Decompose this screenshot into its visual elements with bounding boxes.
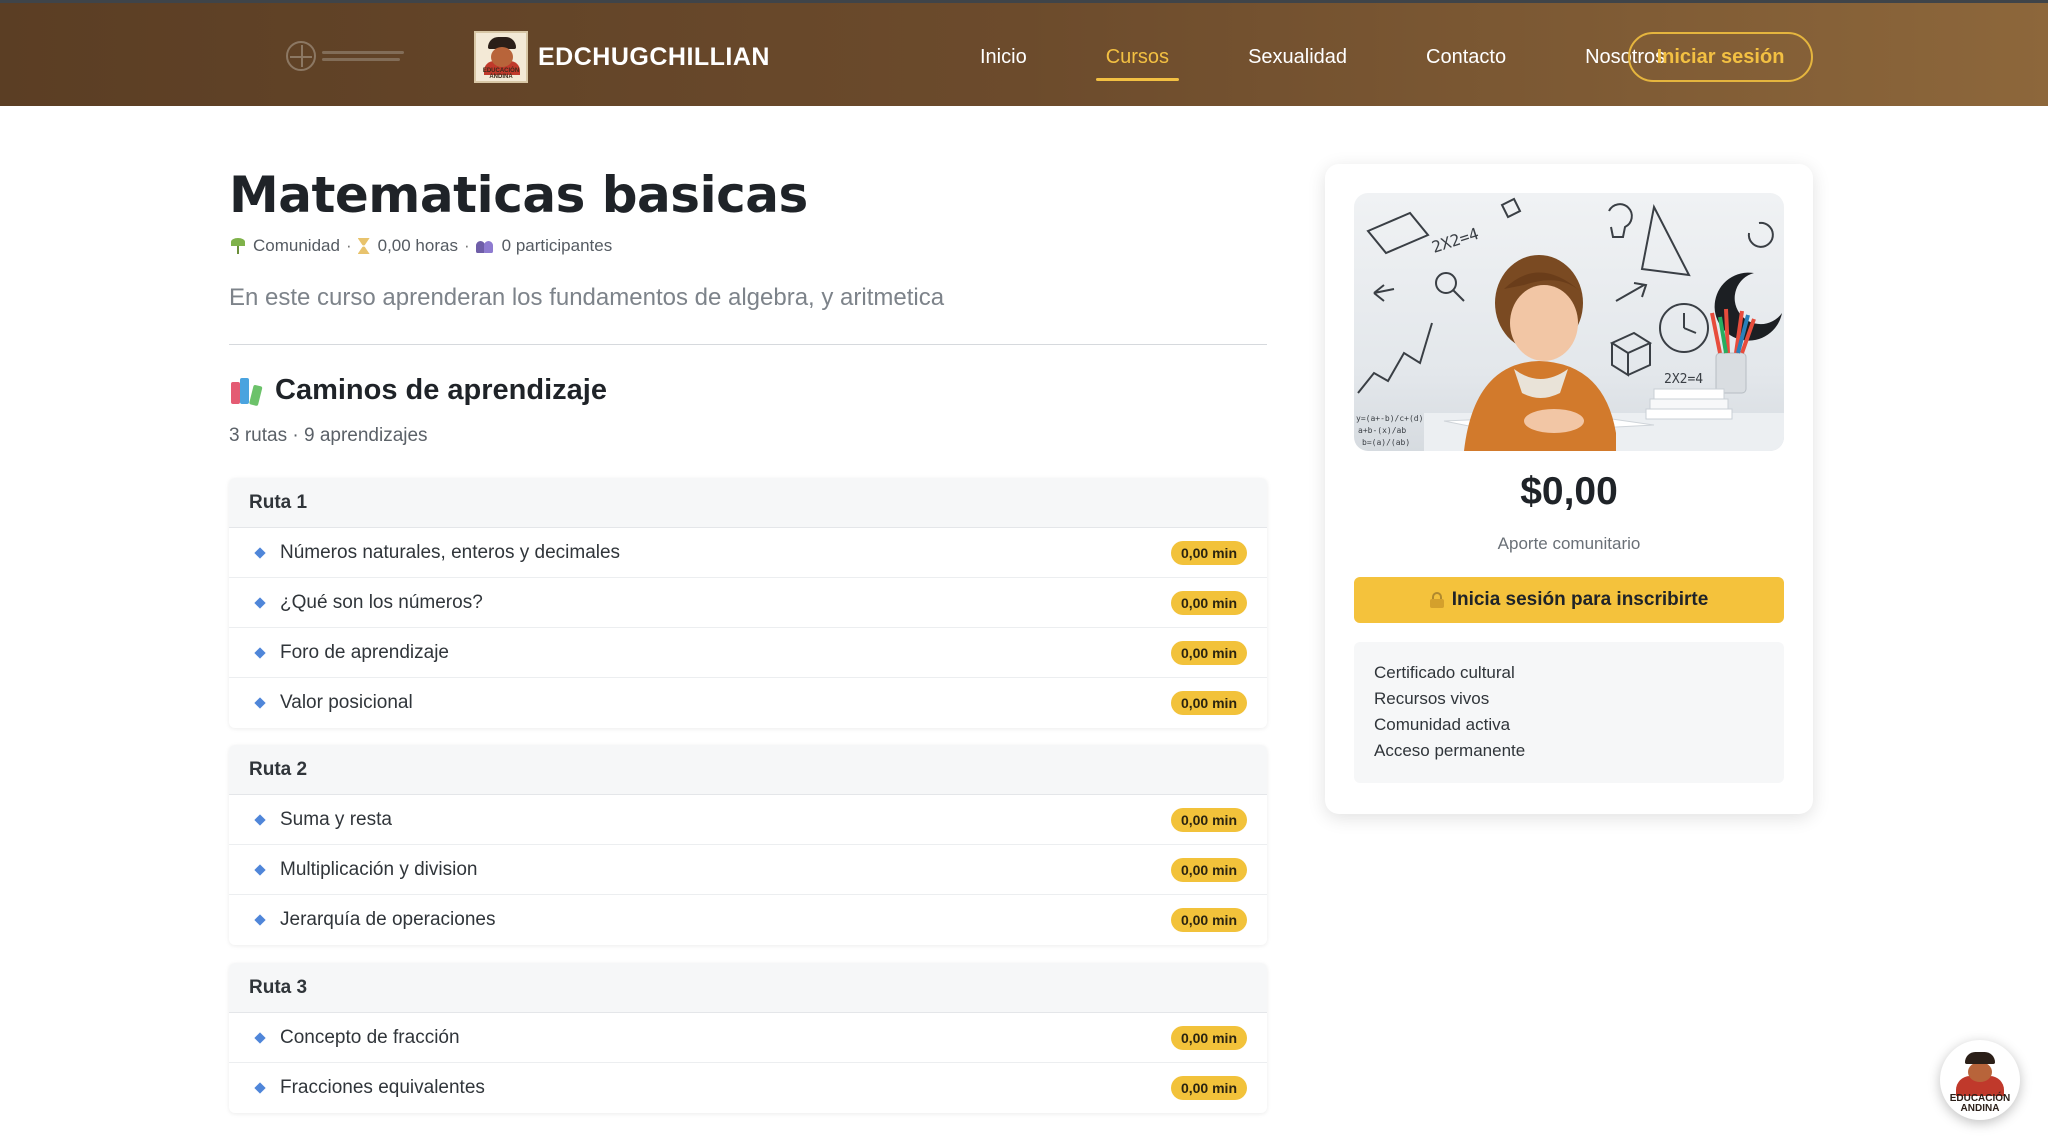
svg-text:2X2=4: 2X2=4 <box>1429 224 1481 257</box>
nav-item-contacto[interactable]: Contacto <box>1416 34 1516 81</box>
nav-item-cursos[interactable]: Cursos <box>1095 34 1180 81</box>
enroll-button-label: Inicia sesión para inscribirte <box>1451 589 1709 610</box>
duration-badge: 0,00 min <box>1170 808 1247 832</box>
duration-badge: 0,00 min <box>1170 541 1247 565</box>
diamond-bullet-icon <box>254 546 266 559</box>
paths-summary: 3 rutas · 9 aprendizajes <box>229 425 428 446</box>
lesson-item[interactable]: Jerarquía de operaciones 0,00 min <box>229 895 1267 945</box>
feature-item: Recursos vivos <box>1374 689 1490 708</box>
duration-badge: 0,00 min <box>1170 691 1247 715</box>
diamond-bullet-icon <box>254 914 266 926</box>
lesson-item[interactable]: Números naturales, enteros y decimales 0… <box>229 528 1267 578</box>
lesson-title: Multiplicación y division <box>280 858 478 880</box>
diamond-bullet-icon <box>254 646 266 659</box>
partner-logo <box>286 39 416 73</box>
duration-badge: 0,00 min <box>1170 1026 1247 1050</box>
course-title: Matematicas basicas <box>229 166 808 224</box>
duration-badge: 0,00 min <box>1170 1076 1247 1100</box>
lesson-item[interactable]: Valor posicional 0,00 min <box>229 678 1267 728</box>
enroll-button[interactable]: Inicia sesión para inscribirte <box>1354 577 1784 623</box>
course-hours: 0,00 horas <box>377 236 458 255</box>
lock-icon <box>1429 592 1444 608</box>
feature-item: Comunidad activa <box>1374 715 1511 734</box>
course-meta: Comunidad · 0,00 horas · 0 participantes <box>231 236 612 256</box>
course-price: $0,00 <box>1520 470 1618 513</box>
svg-text:b=(a)/(ab): b=(a)/(ab) <box>1362 438 1410 447</box>
price-note: Aporte comunitario <box>1497 534 1641 553</box>
brand[interactable]: EDUCACIÓN ANDINA EDCHUGCHILLIAN <box>474 31 770 83</box>
brand-badge-text: EDUCACIÓN ANDINA <box>482 68 520 80</box>
child-studying-illustration: 2X2=4 2X2=4 y=(a+-b)/c+(d) a+b-(x)/ab b=… <box>1356 197 1784 451</box>
lesson-item[interactable]: Fracciones equivalentes 0,00 min <box>229 1063 1267 1113</box>
route-card: Ruta 3 Concepto de fracción 0,00 min Fra… <box>229 963 1267 1113</box>
brand-name: EDCHUGCHILLIAN <box>538 42 770 71</box>
diamond-bullet-icon <box>254 596 266 609</box>
feature-item: Certificado cultural <box>1374 663 1515 682</box>
duration-badge: 0,00 min <box>1170 591 1247 615</box>
diamond-bullet-icon <box>254 697 266 709</box>
chat-badge-text: EDUCACIÓN ANDINA <box>1949 1093 2011 1114</box>
lesson-title: Concepto de fracción <box>280 1026 460 1048</box>
route-title: Ruta 1 <box>229 478 1267 528</box>
route-title: Ruta 3 <box>229 963 1267 1013</box>
course-participants: 0 participantes <box>501 236 613 255</box>
lesson-title: ¿Qué son los números? <box>280 591 483 613</box>
sprout-icon <box>231 238 245 254</box>
route-title: Ruta 2 <box>229 745 1267 795</box>
seal-icon <box>286 41 316 71</box>
svg-text:a+b-(x)/ab: a+b-(x)/ab <box>1358 426 1406 435</box>
course-description: En este curso aprenderan los fundamentos… <box>229 284 945 311</box>
nav-item-inicio[interactable]: Inicio <box>970 34 1037 81</box>
main-nav: Inicio Cursos Sexualidad Contacto Nosotr… <box>970 31 1734 83</box>
hourglass-icon <box>357 238 370 254</box>
diamond-bullet-icon <box>254 863 266 876</box>
lesson-item[interactable]: Foro de aprendizaje 0,00 min <box>229 628 1267 678</box>
paths-title: Caminos de aprendizaje <box>275 374 607 406</box>
lesson-title: Suma y resta <box>280 808 392 830</box>
enroll-card: 2X2=4 2X2=4 y=(a+-b)/c+(d) a+b-(x)/ab b=… <box>1325 164 1813 814</box>
svg-text:2X2=4: 2X2=4 <box>1664 372 1703 387</box>
lesson-item[interactable]: Multiplicación y division 0,00 min <box>229 845 1267 895</box>
nav-item-sexualidad[interactable]: Sexualidad <box>1238 34 1357 81</box>
feature-item: Acceso permanente <box>1374 741 1526 760</box>
lesson-item[interactable]: Suma y resta 0,00 min <box>229 795 1267 845</box>
route-card: Ruta 1 Números naturales, enteros y deci… <box>229 478 1267 728</box>
lesson-title: Jerarquía de operaciones <box>280 909 496 930</box>
duration-badge: 0,00 min <box>1170 641 1247 665</box>
people-icon <box>475 239 494 253</box>
lesson-item[interactable]: Concepto de fracción 0,00 min <box>229 1013 1267 1063</box>
lesson-title: Fracciones equivalentes <box>280 1077 485 1098</box>
lesson-title: Foro de aprendizaje <box>280 641 449 663</box>
diamond-bullet-icon <box>254 1082 266 1094</box>
site-header: EDUCACIÓN ANDINA EDCHUGCHILLIAN Inicio C… <box>0 0 2048 106</box>
features-list: Certificado cultural Recursos vivos Comu… <box>1354 642 1784 783</box>
course-image: 2X2=4 2X2=4 y=(a+-b)/c+(d) a+b-(x)/ab b=… <box>1354 193 1784 451</box>
diamond-bullet-icon <box>254 1031 266 1044</box>
divider <box>229 344 1267 345</box>
brand-logo: EDUCACIÓN ANDINA <box>474 31 528 83</box>
route-card: Ruta 2 Suma y resta 0,00 min Multiplicac… <box>229 745 1267 945</box>
login-button[interactable]: Iniciar sesión <box>1628 32 1813 82</box>
lesson-item[interactable]: ¿Qué son los números? 0,00 min <box>229 578 1267 628</box>
chat-launcher-button[interactable]: EDUCACIÓN ANDINA <box>1940 1040 2020 1120</box>
duration-badge: 0,00 min <box>1170 858 1247 882</box>
duration-badge: 0,00 min <box>1170 908 1247 932</box>
lesson-title: Valor posicional <box>280 692 413 713</box>
course-category: Comunidad <box>253 236 340 255</box>
svg-text:y=(a+-b)/c+(d): y=(a+-b)/c+(d) <box>1356 414 1423 423</box>
diamond-bullet-icon <box>254 813 266 826</box>
books-icon <box>231 377 263 406</box>
lesson-title: Números naturales, enteros y decimales <box>280 541 621 563</box>
paths-heading: Caminos de aprendizaje <box>231 374 607 407</box>
